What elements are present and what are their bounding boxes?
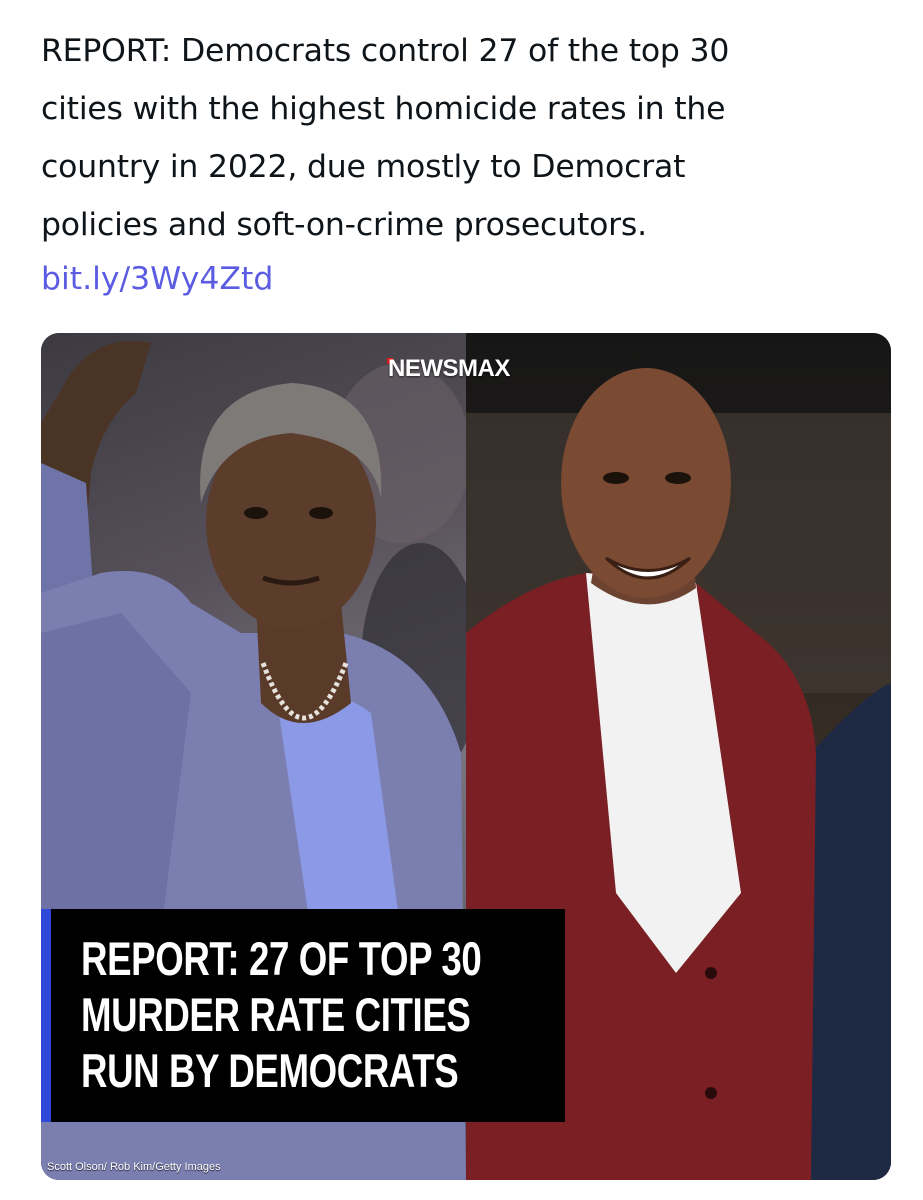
- headline: REPORT: 27 OF TOP 30 MURDER RATE CITIES …: [81, 931, 482, 1099]
- post-text-line: policies and soft-on-crime prosecutors.: [41, 207, 647, 243]
- post-text-line: country in 2022, due mostly to Democrat: [41, 149, 686, 185]
- post-text-line: REPORT: Democrats control 27 of the top …: [41, 33, 730, 69]
- headline-banner: REPORT: 27 OF TOP 30 MURDER RATE CITIES …: [41, 909, 565, 1122]
- post-link[interactable]: bit.ly/3Wy4Ztd: [41, 250, 273, 308]
- headline-line: RUN BY DEMOCRATS: [81, 1044, 459, 1097]
- photo-credit: Scott Olson/ Rob Kim/Getty Images: [47, 1161, 221, 1173]
- headline-stripe: [41, 909, 51, 1122]
- newsmax-logo: NEWSMAX: [388, 355, 510, 382]
- post-text: REPORT: Democrats control 27 of the top …: [41, 22, 881, 254]
- headline-line: REPORT: 27 OF TOP 30: [81, 932, 482, 985]
- headline-line: MURDER RATE CITIES: [81, 988, 471, 1041]
- post-image[interactable]: NEWSMAX REPORT: 27 OF TOP 30 MURDER RATE…: [41, 333, 891, 1180]
- post-text-line: cities with the highest homicide rates i…: [41, 91, 726, 127]
